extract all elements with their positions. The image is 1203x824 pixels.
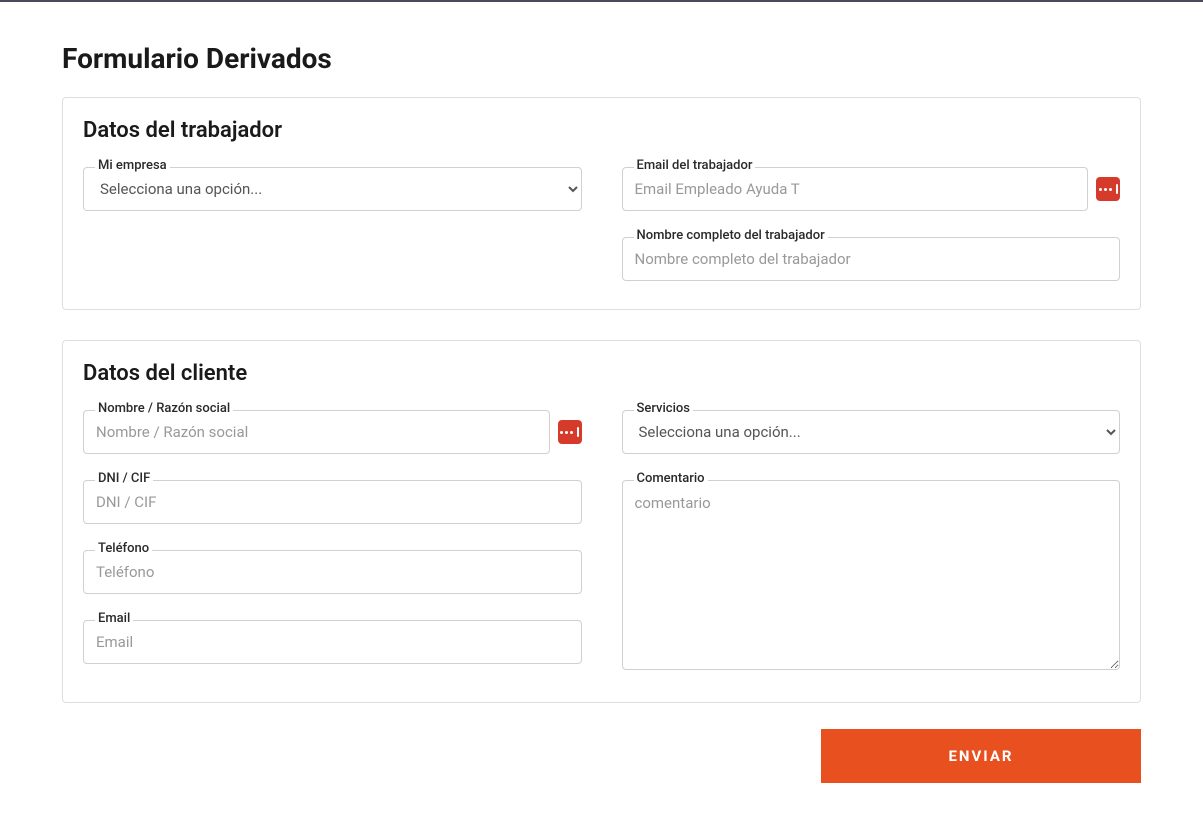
client-name-wrap [83,410,582,454]
client-phone-input[interactable] [83,550,582,594]
worker-email-wrap [622,167,1121,211]
page-container: Formulario Derivados Datos del trabajado… [0,2,1203,813]
client-section-panel: Datos del cliente Nombre / Razón social … [62,340,1141,703]
worker-email-input[interactable] [622,167,1089,211]
client-email-label: Email [95,611,133,626]
worker-col-right: Email del trabajador Nombre completo del… [622,167,1121,281]
button-row: ENVIAR [62,729,1141,783]
client-phone-label: Teléfono [95,541,152,556]
client-dni-field: DNI / CIF [83,480,582,524]
password-manager-icon[interactable] [558,420,582,444]
worker-section-title: Datos del trabajador [83,118,1120,143]
client-phone-field: Teléfono [83,550,582,594]
comment-field: Comentario [622,480,1121,674]
client-dni-input[interactable] [83,480,582,524]
company-label: Mi empresa [95,158,170,173]
client-name-input[interactable] [83,410,550,454]
client-name-field: Nombre / Razón social [83,410,582,454]
worker-email-label: Email del trabajador [634,158,756,173]
client-email-field: Email [83,620,582,664]
client-col-left: Nombre / Razón social DNI / CIF Teléfono [83,410,582,664]
worker-section-panel: Datos del trabajador Mi empresa Seleccio… [62,97,1141,310]
password-manager-icon[interactable] [1096,177,1120,201]
company-field: Mi empresa Selecciona una opción... [83,167,582,211]
services-label: Servicios [634,401,693,416]
page-title: Formulario Derivados [62,42,1141,75]
client-dni-label: DNI / CIF [95,471,153,486]
client-row: Nombre / Razón social DNI / CIF Teléfono [83,410,1120,674]
comment-label: Comentario [634,471,708,486]
services-field: Servicios Selecciona una opción... [622,410,1121,454]
comment-textarea[interactable] [622,480,1121,670]
client-section-title: Datos del cliente [83,361,1120,386]
worker-col-left: Mi empresa Selecciona una opción... [83,167,582,211]
worker-fullname-input[interactable] [622,237,1121,281]
worker-fullname-label: Nombre completo del trabajador [634,228,828,243]
services-select[interactable]: Selecciona una opción... [622,410,1121,454]
client-col-right: Servicios Selecciona una opción... Comen… [622,410,1121,674]
submit-button[interactable]: ENVIAR [821,729,1141,783]
client-email-input[interactable] [83,620,582,664]
client-name-label: Nombre / Razón social [95,401,233,416]
worker-row: Mi empresa Selecciona una opción... Emai… [83,167,1120,281]
worker-fullname-field: Nombre completo del trabajador [622,237,1121,281]
worker-email-field: Email del trabajador [622,167,1121,211]
company-select[interactable]: Selecciona una opción... [83,167,582,211]
